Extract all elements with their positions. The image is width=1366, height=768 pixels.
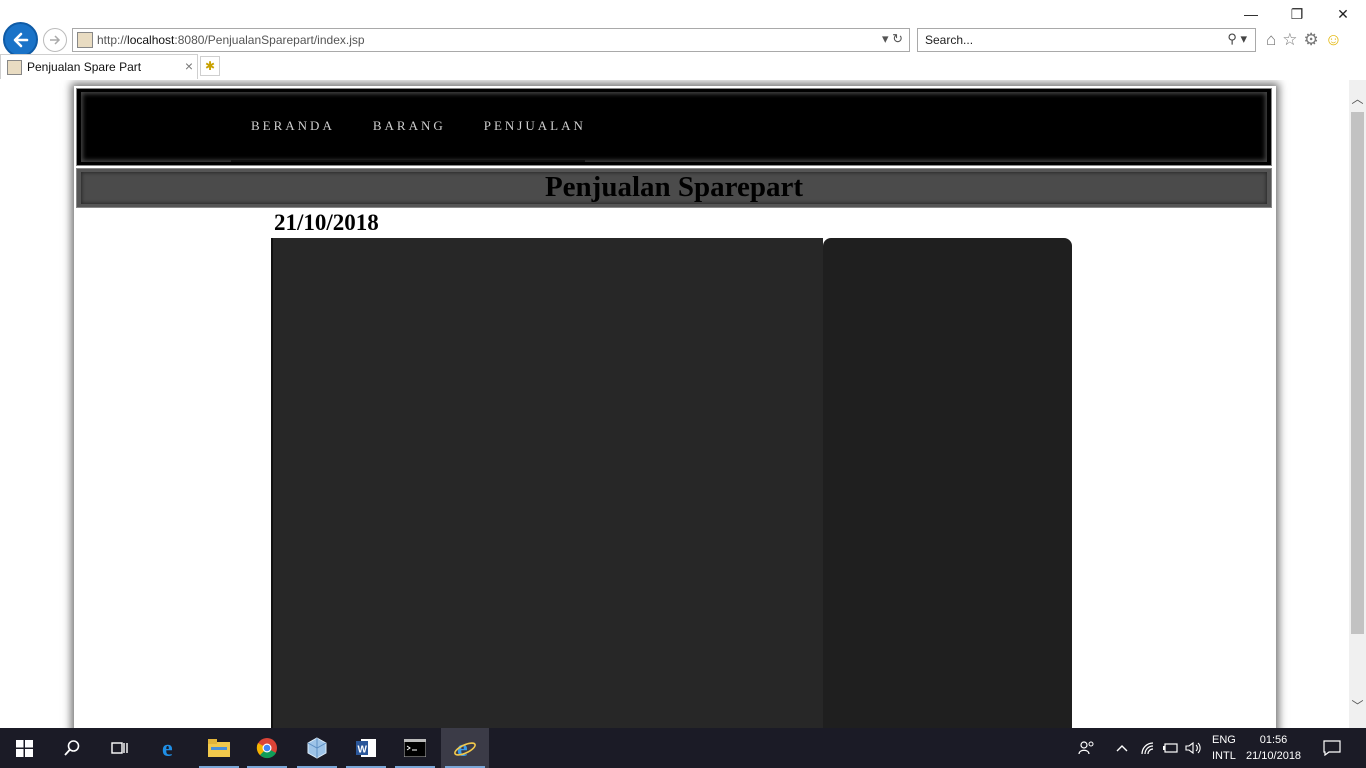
tab-title: Penjualan Spare Part [27, 60, 142, 74]
scroll-down-icon[interactable]: ﹀ [1349, 697, 1366, 714]
system-clock[interactable]: 01:56 21/10/2018 [1246, 732, 1301, 764]
lang-code: ENG [1212, 734, 1236, 746]
cmd-icon[interactable] [391, 728, 439, 768]
back-arrow-icon [13, 32, 28, 47]
file-explorer-icon[interactable] [195, 728, 243, 768]
chrome-icon[interactable] [243, 728, 291, 768]
new-tab-button[interactable]: ✱ [200, 56, 220, 76]
search-icon[interactable] [48, 728, 96, 768]
title-bar: Penjualan Sparepart [76, 168, 1272, 208]
sidebar-panel [823, 238, 1072, 728]
nav-beranda[interactable]: BERANDA [251, 118, 335, 134]
close-button[interactable]: ✕ [1320, 4, 1366, 24]
volume-icon[interactable] [1185, 728, 1203, 768]
taskbar: e W e ENG INTL 01:56 21/10/2018 [0, 728, 1366, 768]
wifi-icon[interactable] [1140, 728, 1156, 768]
clock-date: 21/10/2018 [1246, 750, 1302, 762]
feedback-smiley-icon[interactable]: ☺ [1325, 30, 1342, 50]
action-center-icon[interactable] [1323, 728, 1341, 768]
virtualbox-icon[interactable] [293, 728, 341, 768]
forward-arrow-icon [50, 35, 61, 45]
svg-text:W: W [358, 745, 368, 756]
browser-tab[interactable]: Penjualan Spare Part × [0, 54, 198, 79]
home-icon[interactable]: ⌂ [1266, 30, 1276, 50]
show-hidden-icons-icon[interactable] [1115, 728, 1129, 768]
edge-icon[interactable]: e [147, 728, 195, 768]
browser-chrome: — ❐ ✕ http://localhost:8080/PenjualanSpa… [0, 0, 1366, 80]
scroll-up-icon[interactable]: ︿ [1349, 90, 1366, 107]
minimize-button[interactable]: — [1228, 4, 1274, 24]
word-icon[interactable]: W [342, 728, 390, 768]
address-bar[interactable]: http://localhost:8080/PenjualanSparepart… [72, 28, 910, 52]
settings-gear-icon[interactable]: ⚙ [1304, 30, 1319, 50]
people-icon[interactable] [1078, 728, 1096, 768]
input-language-indicator[interactable]: ENG INTL [1212, 732, 1236, 764]
favorites-star-icon[interactable]: ☆ [1282, 30, 1297, 50]
scroll-thumb[interactable] [1351, 112, 1364, 634]
nav-penjualan[interactable]: PENJUALAN [484, 118, 586, 134]
main-nav: BERANDA BARANG PENJUALAN [231, 92, 585, 162]
site-header: BERANDA BARANG PENJUALAN [76, 88, 1272, 166]
task-view-icon[interactable] [96, 728, 144, 768]
restore-button[interactable]: ❐ [1274, 4, 1320, 24]
page-wrapper: BERANDA BARANG PENJUALAN Penjualan Spare… [74, 86, 1276, 728]
nav-barang[interactable]: BARANG [373, 118, 446, 134]
internet-explorer-icon[interactable]: e [441, 728, 489, 768]
page-favicon-icon [77, 32, 93, 48]
vertical-scrollbar[interactable]: ︿ ﹀ [1349, 80, 1366, 728]
forward-button[interactable] [43, 28, 67, 52]
browser-toolbar: ⌂ ☆ ⚙ ☺ [1266, 30, 1342, 50]
search-box[interactable]: Search... ⚲ ▾ [917, 28, 1256, 52]
search-icon[interactable]: ⚲ ▾ [1227, 31, 1247, 47]
battery-icon[interactable] [1162, 728, 1180, 768]
lang-layout: INTL [1212, 750, 1236, 762]
start-icon[interactable] [0, 728, 48, 768]
tab-close-icon[interactable]: × [185, 58, 193, 74]
tab-favicon-icon [7, 60, 22, 75]
back-button[interactable] [3, 22, 38, 57]
search-placeholder: Search... [925, 33, 974, 47]
current-date: 21/10/2018 [274, 210, 379, 235]
clock-time: 01:56 [1259, 734, 1288, 746]
page-viewport: BERANDA BARANG PENJUALAN Penjualan Spare… [0, 80, 1349, 728]
address-url[interactable]: http://localhost:8080/PenjualanSparepart… [97, 33, 365, 47]
refresh-icon[interactable]: ▾ ↻ [882, 31, 903, 47]
header-inner: BERANDA BARANG PENJUALAN [81, 92, 1267, 162]
window-controls: — ❐ ✕ [1228, 4, 1366, 24]
main-content-panel [271, 238, 823, 728]
page-title: Penjualan Sparepart [544, 171, 804, 203]
svg-text:e: e [162, 737, 173, 759]
